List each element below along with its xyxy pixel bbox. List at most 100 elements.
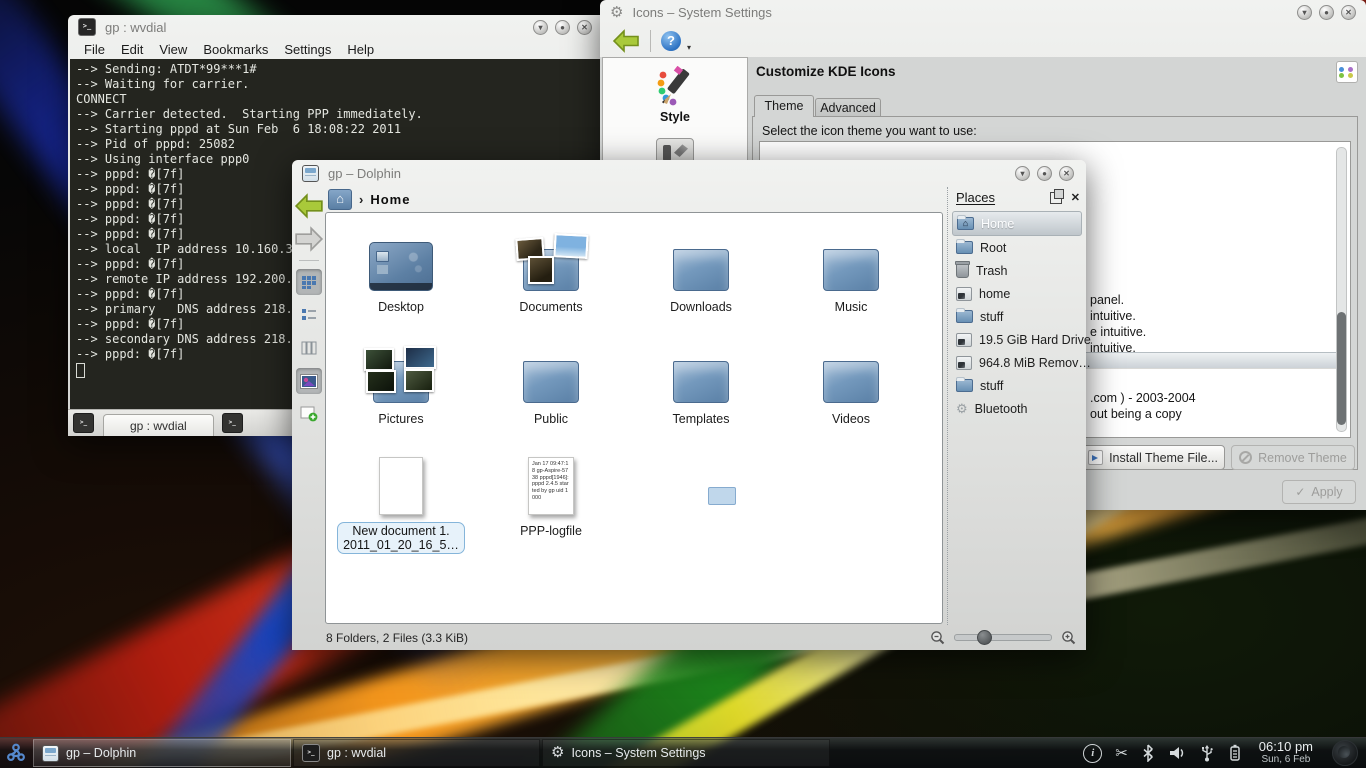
chevron-down-icon[interactable]: ▾ (687, 43, 691, 52)
clock-date: Sun, 6 Feb (1261, 753, 1310, 766)
style-icon[interactable] (654, 66, 696, 108)
file-item-new-document[interactable]: New document 1. 2011_01_20_16_5… (326, 443, 476, 555)
launcher-trefoil-icon (4, 741, 28, 765)
menu-view[interactable]: View (151, 41, 195, 58)
columns-view-button[interactable] (296, 335, 322, 361)
bluetooth-icon[interactable] (1141, 744, 1155, 762)
scrollbar-thumb[interactable] (1337, 312, 1346, 425)
dolphin-file-view[interactable]: Desktop Documents Downloads Music (325, 212, 943, 624)
menu-edit[interactable]: Edit (113, 41, 151, 58)
info-icon[interactable]: i (1083, 744, 1102, 763)
clock-time: 06:10 pm (1259, 740, 1313, 753)
overview-grid-icon[interactable] (1336, 61, 1358, 83)
places-item-trash[interactable]: Trash (952, 259, 1082, 282)
menu-help[interactable]: Help (339, 41, 382, 58)
file-item-ppp-logfile[interactable]: Jan 17 09:47:18 gp-Aspire-5738 pppd[1946… (476, 443, 626, 555)
maximize-button[interactable]: ● (555, 20, 570, 35)
taskbar-task-system-settings[interactable]: ⚙ Icons – System Settings (542, 739, 830, 767)
settings-titlebar[interactable]: ⚙ Icons – System Settings (600, 0, 1366, 25)
tab-advanced[interactable]: Advanced (815, 98, 881, 117)
minimize-button[interactable]: ▾ (533, 20, 548, 35)
folder-item-templates[interactable]: Templates (626, 331, 776, 443)
places-item-bluetooth[interactable]: ⚙ Bluetooth (952, 397, 1082, 420)
text-file-icon: Jan 17 09:47:18 gp-Aspire-5738 pppd[1946… (528, 457, 574, 515)
folder-item-music[interactable]: Music (776, 219, 926, 331)
taskbar: gp – Dolphin >_ gp : wvdial ⚙ Icons – Sy… (0, 737, 1366, 768)
maximize-button[interactable]: ● (1037, 166, 1052, 181)
terminal-line: --> Carrier detected. Starting PPP immed… (76, 107, 600, 122)
places-item-removable[interactable]: 964.8 MiB Remov… (952, 351, 1082, 374)
zoom-slider[interactable] (954, 634, 1052, 641)
folder-icon (523, 249, 579, 291)
places-item-home-drive[interactable]: home (952, 282, 1082, 305)
minimize-button[interactable]: ▾ (1015, 166, 1030, 181)
places-item-home[interactable]: ⌂ Home (952, 211, 1082, 236)
zoom-in-icon[interactable] (1061, 630, 1076, 645)
folder-item-desktop[interactable]: Desktop (326, 219, 476, 331)
minimize-button[interactable]: ▾ (1297, 5, 1312, 20)
taskbar-task-wvdial[interactable]: >_ gp : wvdial (293, 739, 540, 767)
breadcrumb-home[interactable]: Home (370, 192, 410, 207)
document-icon (379, 457, 423, 515)
close-button[interactable]: ✕ (1059, 166, 1074, 181)
battery-icon[interactable] (1228, 744, 1242, 762)
icons-view-button[interactable] (296, 269, 322, 295)
remove-theme-button[interactable]: Remove Theme (1231, 445, 1355, 470)
theme-description: .com ) - 2003-2004 out being a copy (1090, 390, 1196, 422)
panel-toolbox-icon[interactable] (1332, 740, 1358, 766)
terminal-line: CONNECT (76, 92, 600, 107)
folder-icon (673, 361, 729, 403)
back-button[interactable] (294, 193, 324, 219)
new-tab-button[interactable]: >_ (73, 413, 94, 433)
dolphin-app-icon (42, 745, 59, 762)
places-item-root[interactable]: Root (952, 236, 1082, 259)
folder-item-pictures[interactable]: Pictures (326, 331, 476, 443)
apply-button[interactable]: ✓ Apply (1282, 480, 1356, 504)
preview-toggle-button[interactable] (296, 368, 322, 394)
install-theme-button[interactable]: Install Theme File... (1081, 445, 1225, 470)
folder-item-downloads[interactable]: Downloads (626, 219, 776, 331)
forward-button[interactable] (294, 226, 324, 252)
details-view-button[interactable] (296, 302, 322, 328)
dolphin-titlebar[interactable]: gp – Dolphin (292, 160, 1086, 186)
terminal-icon: >_ (302, 744, 320, 762)
close-button[interactable]: ✕ (1341, 5, 1356, 20)
zoom-out-icon[interactable] (930, 630, 945, 645)
zoom-slider-thumb[interactable] (977, 630, 992, 645)
gear-icon: ⚙ (551, 745, 564, 761)
dolphin-app-icon (302, 165, 319, 182)
konsole-tab[interactable]: gp : wvdial (103, 414, 214, 436)
konsole-titlebar[interactable]: >_ gp : wvdial (68, 15, 608, 39)
back-button[interactable] (612, 29, 640, 53)
volume-icon[interactable] (1168, 745, 1186, 761)
clock[interactable]: 06:10 pm Sun, 6 Feb (1255, 740, 1317, 766)
home-folder-icon: ⌂ (957, 217, 974, 230)
close-panel-icon[interactable]: ✕ (1071, 191, 1080, 204)
folder-item-videos[interactable]: Videos (776, 331, 926, 443)
app-launcher-button[interactable] (0, 738, 32, 768)
help-icon[interactable]: ? (661, 31, 681, 51)
menu-bookmarks[interactable]: Bookmarks (195, 41, 276, 58)
tab-theme[interactable]: Theme (754, 95, 814, 117)
maximize-button[interactable]: ● (1319, 5, 1334, 20)
desktop-folder-icon (369, 242, 433, 291)
usb-device-icon[interactable] (1199, 744, 1215, 762)
konsole-window-buttons: ▾ ● ✕ (533, 20, 592, 35)
folder-item-public[interactable]: Public (476, 331, 626, 443)
menu-file[interactable]: File (76, 41, 113, 58)
places-item-stuff[interactable]: stuff (952, 305, 1082, 328)
menu-settings[interactable]: Settings (276, 41, 339, 58)
folder-item-documents[interactable]: Documents (476, 219, 626, 331)
taskbar-task-dolphin[interactable]: gp – Dolphin (33, 739, 291, 767)
places-item-stuff2[interactable]: stuff (952, 374, 1082, 397)
split-view-button[interactable] (296, 401, 322, 427)
clipboard-scissors-icon[interactable]: ✂ (1115, 744, 1128, 762)
terminal-line: --> Sending: ATDT*99***1# (76, 62, 600, 77)
sidebar-item-style[interactable]: Style (660, 110, 690, 124)
close-tab-button[interactable]: >_ (222, 413, 243, 433)
float-panel-icon[interactable] (1050, 192, 1062, 204)
places-item-hard-drive[interactable]: 19.5 GiB Hard Drive (952, 328, 1082, 351)
close-button[interactable]: ✕ (577, 20, 592, 35)
scrollbar[interactable] (1336, 147, 1347, 432)
places-selector-button[interactable]: ⌂ (328, 189, 352, 210)
